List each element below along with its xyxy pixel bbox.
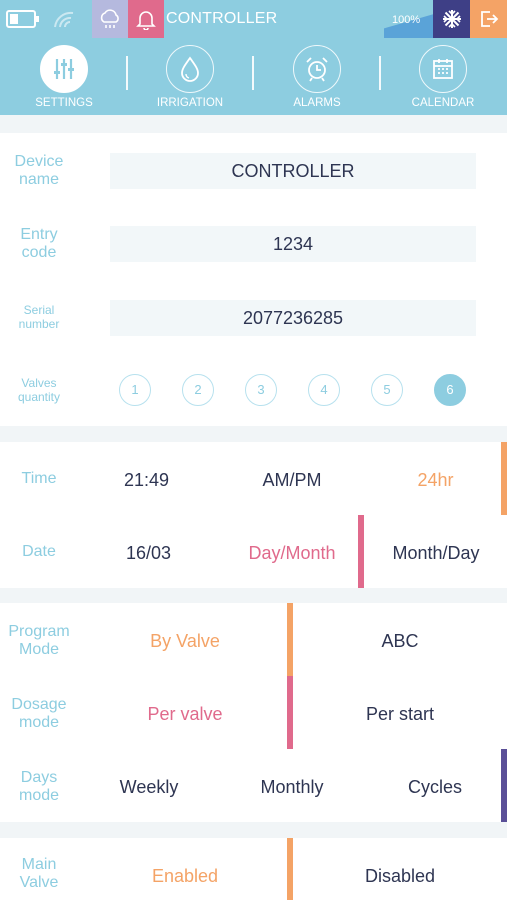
rain-cloud-icon[interactable] <box>92 0 128 38</box>
tab-settings[interactable]: SETTINGS <box>4 38 124 115</box>
day-month-selected-indicator <box>358 515 364 588</box>
valve-option-5[interactable]: 5 <box>371 374 403 406</box>
valve-option-1[interactable]: 1 <box>119 374 151 406</box>
wifi-icon <box>52 8 76 30</box>
status-bar: CONTROLLER 100% <box>0 0 507 38</box>
valve-option-4[interactable]: 4 <box>308 374 340 406</box>
bell-icon[interactable] <box>128 0 164 38</box>
by-valve-selected-indicator <box>287 603 293 676</box>
ampm-option[interactable]: AM/PM <box>252 470 332 491</box>
tab-calendar[interactable]: CALENDAR <box>383 38 503 115</box>
valve-option-3[interactable]: 3 <box>245 374 277 406</box>
tab-irrigation[interactable]: IRRIGATION <box>130 38 250 115</box>
battery-icon <box>6 10 39 28</box>
abc-option[interactable]: ABC <box>360 631 440 652</box>
main-valve-label: Main Valve <box>19 856 59 892</box>
per-valve-option[interactable]: Per valve <box>130 704 240 725</box>
monthly-option[interactable]: Monthly <box>247 777 337 798</box>
by-valve-option[interactable]: By Valve <box>130 631 240 652</box>
valve-option-6[interactable]: 6 <box>434 374 466 406</box>
main-tab-bar: SETTINGS IRRIGATION ALARMS CALENDAR <box>0 38 507 115</box>
enabled-selected-indicator <box>287 838 293 900</box>
time-value[interactable]: 21:49 <box>124 470 169 491</box>
time-label: Time <box>21 470 57 487</box>
weekly-option[interactable]: Weekly <box>104 777 194 798</box>
serial-number-label: Serial number <box>18 303 60 331</box>
device-name-label: Device name <box>14 153 64 189</box>
serial-number-field: 2077236285 <box>110 300 476 336</box>
date-label: Date <box>22 543 56 560</box>
tab-divider <box>252 56 254 90</box>
time-date-card: Time 21:49 AM/PM 24hr Date 16/03 Day/Mon… <box>0 442 507 588</box>
cycles-option[interactable]: Cycles <box>390 777 480 798</box>
tab-alarms[interactable]: ALARMS <box>257 38 377 115</box>
disabled-option[interactable]: Disabled <box>345 866 455 887</box>
entry-code-label: Entry code <box>20 226 58 262</box>
valve-option-2[interactable]: 2 <box>182 374 214 406</box>
per-valve-selected-indicator <box>287 676 293 749</box>
snowflake-icon[interactable] <box>433 0 470 38</box>
dosage-mode-label: Dosage mode <box>11 696 67 732</box>
tab-label: SETTINGS <box>35 97 93 109</box>
tab-label: CALENDAR <box>411 97 475 109</box>
calendar-icon <box>433 59 453 79</box>
tab-label: ALARMS <box>293 97 341 109</box>
sliders-icon <box>54 59 74 79</box>
entry-code-field[interactable]: 1234 <box>110 226 476 262</box>
24hr-option[interactable]: 24hr <box>398 470 473 491</box>
per-start-option[interactable]: Per start <box>345 704 455 725</box>
battery-percent: 100% <box>392 14 421 26</box>
exit-icon[interactable] <box>470 0 507 38</box>
main-valve-card: Main Valve Enabled Disabled <box>0 838 507 900</box>
tab-label: IRRIGATION <box>156 97 224 109</box>
device-settings-card: Device name CONTROLLER Entry code 1234 Ser… <box>0 133 507 426</box>
alarm-clock-icon <box>306 57 328 82</box>
cycles-selected-indicator <box>501 749 507 822</box>
day-month-option[interactable]: Day/Month <box>240 543 344 564</box>
tab-divider <box>126 56 128 90</box>
date-value[interactable]: 16/03 <box>126 543 171 564</box>
tab-divider <box>379 56 381 90</box>
24hr-selected-indicator <box>501 442 507 515</box>
days-mode-label: Days mode <box>18 769 60 805</box>
water-drop-icon <box>181 56 199 82</box>
month-day-option[interactable]: Month/Day <box>380 543 492 564</box>
modes-card: Program Mode By Valve ABC Dosage mode Per … <box>0 603 507 822</box>
valves-quantity-label: Valves quantity <box>17 376 61 404</box>
program-mode-label: Program Mode <box>8 623 70 659</box>
device-title: CONTROLLER <box>166 10 278 27</box>
device-name-field[interactable]: CONTROLLER <box>110 153 476 189</box>
enabled-option[interactable]: Enabled <box>130 866 240 887</box>
